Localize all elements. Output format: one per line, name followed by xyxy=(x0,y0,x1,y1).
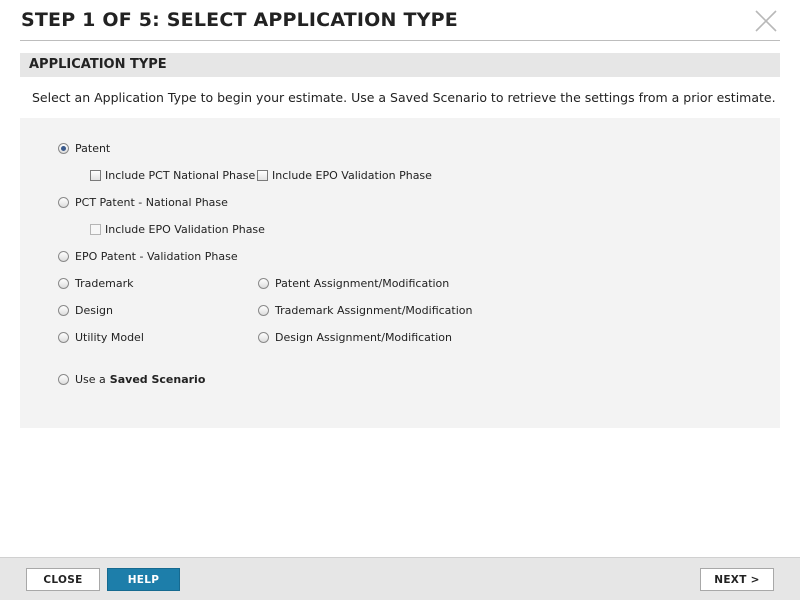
checkbox-include-epo-label: Include EPO Validation Phase xyxy=(272,169,432,182)
radio-pct-control[interactable] xyxy=(58,197,69,208)
radio-trademark-assignment-control[interactable] xyxy=(258,305,269,316)
checkbox-include-pct-label: Include PCT National Phase xyxy=(105,169,256,182)
radio-design[interactable]: Design xyxy=(58,304,113,317)
intro-text: Select an Application Type to begin your… xyxy=(32,90,776,105)
section-header-label: APPLICATION TYPE xyxy=(29,57,167,72)
checkbox-pct-include-epo-control[interactable] xyxy=(90,224,101,235)
radio-utility-model[interactable]: Utility Model xyxy=(58,331,144,344)
radio-trademark-assignment-label: Trademark Assignment/Modification xyxy=(275,304,473,317)
radio-pct-label: PCT Patent - National Phase xyxy=(75,196,228,209)
radio-patent-assignment-modification[interactable]: Patent Assignment/Modification xyxy=(258,277,449,290)
dialog-title: STEP 1 OF 5: SELECT APPLICATION TYPE xyxy=(21,9,458,31)
radio-design-assignment-control[interactable] xyxy=(258,332,269,343)
radio-design-label: Design xyxy=(75,304,113,317)
radio-utility-model-label: Utility Model xyxy=(75,331,144,344)
radio-design-assignment-modification[interactable]: Design Assignment/Modification xyxy=(258,331,452,344)
radio-epo-control[interactable] xyxy=(58,251,69,262)
next-button[interactable]: NEXT > xyxy=(700,568,774,591)
radio-patent-control[interactable] xyxy=(58,143,69,154)
dialog: STEP 1 OF 5: SELECT APPLICATION TYPE APP… xyxy=(0,0,800,600)
checkbox-pct-include-epo-validation-phase[interactable]: Include EPO Validation Phase xyxy=(90,223,265,236)
close-x-icon[interactable] xyxy=(754,9,778,33)
checkbox-include-pct-control[interactable] xyxy=(90,170,101,181)
radio-patent-assignment-control[interactable] xyxy=(258,278,269,289)
radio-trademark-control[interactable] xyxy=(58,278,69,289)
radio-trademark-assignment-modification[interactable]: Trademark Assignment/Modification xyxy=(258,304,472,317)
checkbox-include-epo-validation-phase[interactable]: Include EPO Validation Phase xyxy=(257,169,432,182)
radio-patent-label: Patent xyxy=(75,142,111,155)
radio-epo-label: EPO Patent - Validation Phase xyxy=(75,250,238,263)
checkbox-include-epo-control[interactable] xyxy=(257,170,268,181)
radio-trademark[interactable]: Trademark xyxy=(58,277,133,290)
radio-pct-patent-national-phase[interactable]: PCT Patent - National Phase xyxy=(58,196,228,209)
radio-saved-scenario-control[interactable] xyxy=(58,374,69,385)
radio-epo-patent-validation-phase[interactable]: EPO Patent - Validation Phase xyxy=(58,250,238,263)
help-button[interactable]: HELP xyxy=(107,568,180,591)
radio-design-assignment-label: Design Assignment/Modification xyxy=(275,331,452,344)
radio-patent-assignment-label: Patent Assignment/Modification xyxy=(275,277,450,290)
checkbox-include-pct-national-phase[interactable]: Include PCT National Phase xyxy=(90,169,255,182)
radio-utility-model-control[interactable] xyxy=(58,332,69,343)
radio-saved-scenario-prefix: Use a xyxy=(75,373,106,386)
radio-design-control[interactable] xyxy=(58,305,69,316)
radio-patent[interactable]: Patent xyxy=(58,142,110,155)
title-divider xyxy=(20,40,780,41)
radio-saved-scenario-label: Saved Scenario xyxy=(109,373,206,386)
close-button[interactable]: CLOSE xyxy=(26,568,100,591)
dialog-footer: CLOSE HELP NEXT > xyxy=(0,557,800,600)
radio-saved-scenario[interactable]: Use a Saved Scenario xyxy=(58,373,205,386)
checkbox-pct-include-epo-label: Include EPO Validation Phase xyxy=(105,223,265,236)
options-panel: Patent Include PCT National Phase Includ… xyxy=(20,118,780,428)
section-header: APPLICATION TYPE xyxy=(20,53,780,77)
radio-trademark-label: Trademark xyxy=(75,277,134,290)
